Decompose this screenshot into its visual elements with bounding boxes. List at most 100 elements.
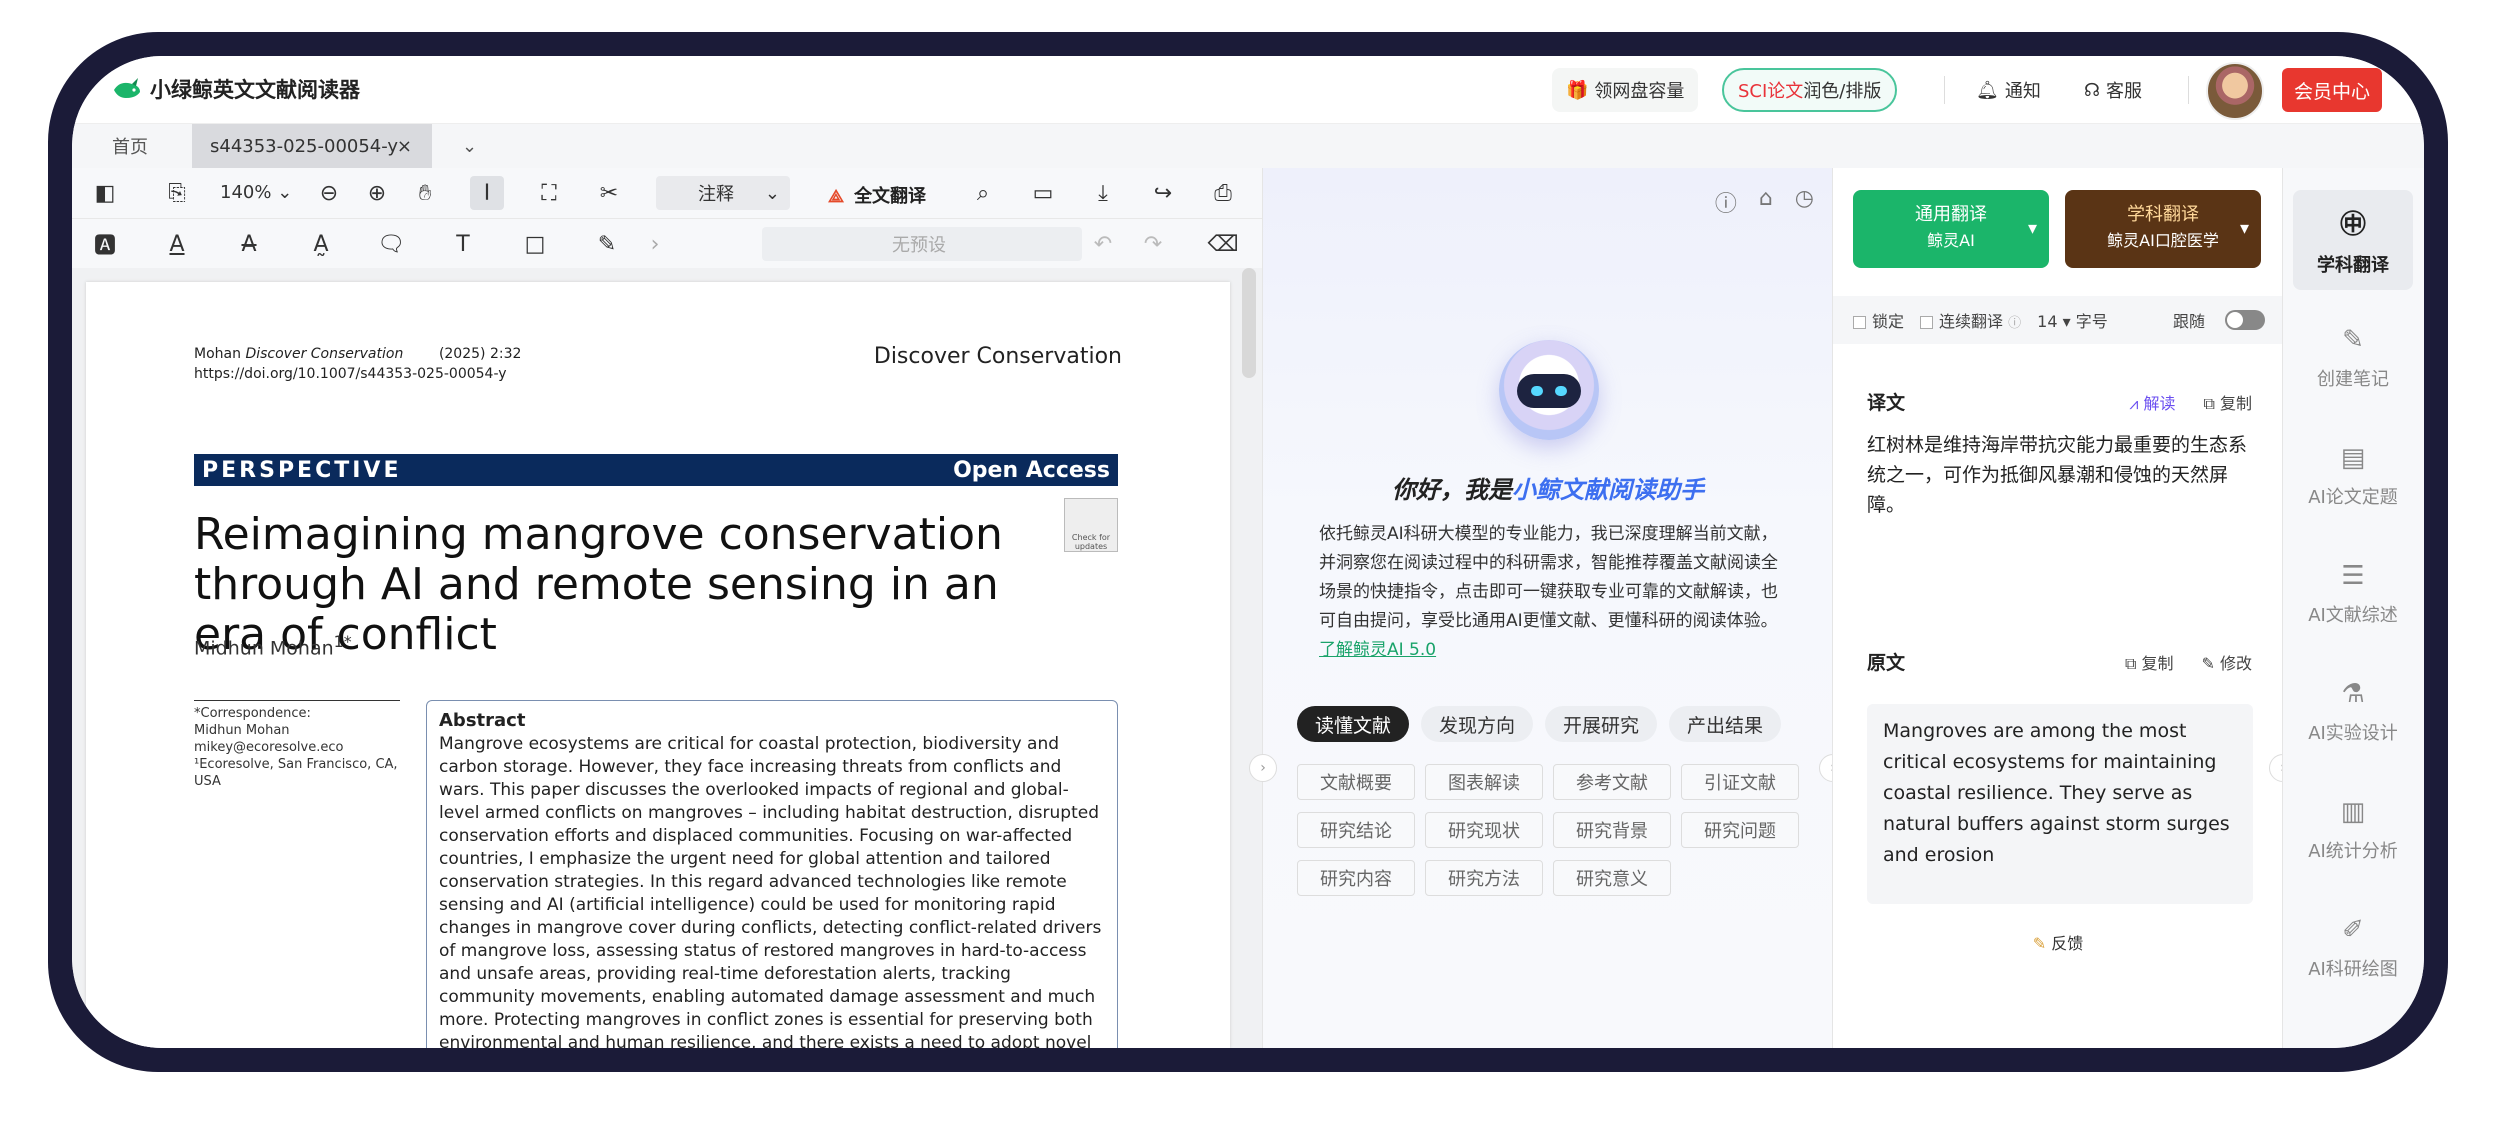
notify-button[interactable]: 🔔︎ 通知 (1976, 68, 2041, 112)
follow-label: 跟随 (2173, 312, 2206, 331)
tab-home[interactable]: 首页 (112, 124, 148, 168)
tool-sidebar: ㊥学科翻译 ✎ 创建笔记 ▤ AI论文定题 ☰ AI文献综述 ⚗ AI实验设计 ▥ AI统… (2282, 168, 2424, 1048)
sidebar-item-review[interactable]: ☰ AI文献综述 (2293, 544, 2413, 644)
sidebar-item-experiment[interactable]: ⚗ AI实验设计 (2293, 662, 2413, 762)
pdf-doi[interactable]: https://doi.org/10.1007/s44353-025-00054… (194, 366, 507, 382)
open-access-label: Open Access (953, 457, 1110, 483)
page-view-icon[interactable]: ⎘ (160, 176, 194, 210)
scrollbar[interactable] (1242, 268, 1256, 378)
help-icon[interactable]: ⓘ (1715, 186, 1737, 218)
command-item[interactable]: 引证文献 (1681, 764, 1799, 800)
text-icon[interactable]: T (446, 227, 480, 261)
general-sub: 鲸灵AI (1927, 231, 1975, 250)
pill-direction[interactable]: 发现方向 (1421, 706, 1534, 742)
pen-icon[interactable]: ✎ (590, 227, 624, 261)
gift-button[interactable]: 🎁 领网盘容量 (1552, 68, 1699, 112)
sidebar-item-create-note[interactable]: ✎ 创建笔记 (2293, 308, 2413, 408)
preset-select[interactable]: 无预设 (762, 227, 1082, 261)
vip-center-button[interactable]: 会员中心 (2282, 68, 2382, 112)
tab-document[interactable]: s44353-025-00054-y × (192, 124, 432, 168)
original-text[interactable]: Mangroves are among the most critical ec… (1867, 704, 2253, 904)
download-icon[interactable]: ⤓ (1086, 176, 1120, 210)
note-icon[interactable]: 🗨︎ (374, 227, 408, 261)
command-item[interactable]: 研究背景 (1553, 812, 1671, 848)
zoom-out-icon[interactable]: ⊖ (312, 176, 346, 210)
undo-icon[interactable]: ↶ (1086, 227, 1120, 261)
strikethrough-icon[interactable]: A (232, 227, 266, 261)
print-icon[interactable]: ⎙ (1206, 176, 1240, 210)
edit-label: 修改 (2219, 654, 2252, 673)
sidebar-toggle-icon[interactable]: ◧ (88, 176, 122, 210)
pill-research[interactable]: 开展研究 (1545, 706, 1658, 742)
sidebar-item-drawing[interactable]: ✐ AI科研绘图 (2293, 898, 2413, 998)
lock-checkbox[interactable]: 锁定 (1853, 308, 1904, 332)
close-icon[interactable]: × (397, 136, 412, 157)
chevron-down-icon: ▾ (2239, 218, 2249, 239)
redo-icon[interactable]: ↷ (1136, 227, 1170, 261)
pill-understand[interactable]: 读懂文献 (1297, 706, 1410, 742)
pill-output[interactable]: 产出结果 (1669, 706, 1782, 742)
follow-toggle[interactable] (2225, 310, 2265, 330)
pdf-page[interactable]: Mohan Discover Conservation (2025) 2:32 … (86, 282, 1230, 1048)
assistant-toolbar: ⓘ ⌂ ◷ (1715, 186, 1814, 218)
command-item[interactable]: 文献概要 (1297, 764, 1415, 800)
text-box-icon[interactable]: 🅰︎ (88, 227, 122, 261)
command-item[interactable]: 研究内容 (1297, 860, 1415, 896)
edit-button[interactable]: ✎ 修改 (2201, 650, 2252, 674)
general-translate-button[interactable]: 通用翻译 鲸灵AI ▾ (1853, 190, 2049, 268)
command-item[interactable]: 研究方法 (1425, 860, 1543, 896)
clean-icon[interactable]: ⌂ (1759, 186, 1773, 218)
command-item[interactable]: 研究现状 (1425, 812, 1543, 848)
ai-icon: ⩘ (2129, 394, 2139, 413)
bell-icon: 🔔︎ (1976, 79, 1999, 101)
zoom-in-icon[interactable]: ⊕ (360, 176, 394, 210)
pdf-citation: Mohan Discover Conservation (2025) 2:32 … (194, 344, 521, 384)
avatar[interactable] (2206, 62, 2264, 120)
continuous-checkbox[interactable]: 连续翻译 ⓘ (1920, 308, 2021, 332)
device-frame: 小绿鲸英文文献阅读器 🎁 领网盘容量 SCI论文 润色/排版 🔔︎ 通知 ☊ 客服 会员… (48, 32, 2448, 1072)
main-toolbar: ◧ ⎘ 140% ⌄ ⊖ ⊕ ✋︎ Ι ⛶ ✂ 注释 ⌄ ⟁ 全文翻译 ⌕ ▭ ⤓ … (72, 168, 1262, 218)
interpret-button[interactable]: ⩘ 解读 (2129, 390, 2175, 414)
scissors-icon[interactable]: ✂ (592, 176, 626, 210)
share-icon[interactable]: ↪ (1146, 176, 1180, 210)
comment-icon[interactable]: ▭ (1026, 176, 1060, 210)
text-select-icon[interactable]: Ι (470, 176, 504, 210)
service-button[interactable]: ☊ 客服 (2084, 68, 2142, 112)
zoom-select[interactable]: 140% ⌄ (220, 182, 292, 203)
chevron-right-icon[interactable]: › (638, 227, 672, 261)
font-size-value: 14 (2037, 312, 2058, 331)
copy-original-button[interactable]: ⧉ 复制 (2125, 650, 2174, 674)
check-updates-badge[interactable]: Check for updates (1064, 498, 1118, 552)
underline-icon[interactable]: A (160, 227, 194, 261)
sidebar-item-subject-translate[interactable]: ㊥学科翻译 (2293, 190, 2413, 290)
full-translate-button[interactable]: ⟁ 全文翻译 (828, 182, 926, 208)
subject-translate-button[interactable]: 学科翻译 鲸灵AI口腔医学 ▾ (2065, 190, 2261, 268)
annotate-select[interactable]: 注释 ⌄ (656, 176, 790, 210)
feedback-button[interactable]: ✎ 反馈 (1833, 930, 2283, 954)
ai-assistant-panel: ⓘ ⌂ ◷ 你好，我是小鲸文献阅读助手 依托鲸灵AI科研大模型的专业能力，我已深… (1249, 168, 1847, 1048)
feedback-label: 反馈 (2051, 934, 2084, 953)
font-size-select[interactable]: 14 ▾ 字号 (2037, 308, 2108, 332)
command-item[interactable]: 研究意义 (1553, 860, 1671, 896)
drawing-icon: ✐ (2342, 915, 2364, 945)
sidebar-item-topic[interactable]: ▤ AI论文定题 (2293, 426, 2413, 526)
sci-polish-button[interactable]: SCI论文 润色/排版 (1722, 68, 1898, 112)
command-item[interactable]: 图表解读 (1425, 764, 1543, 800)
eraser-icon[interactable]: ⌫ (1206, 227, 1240, 261)
learn-more-link[interactable]: 了解鲸灵AI 5.0 (1319, 640, 1436, 660)
sidebar-item-statistics[interactable]: ▥ AI统计分析 (2293, 780, 2413, 880)
history-icon[interactable]: ◷ (1795, 186, 1814, 218)
command-item[interactable]: 研究结论 (1297, 812, 1415, 848)
search-icon[interactable]: ⌕ (966, 176, 1000, 210)
command-item[interactable]: 研究问题 (1681, 812, 1799, 848)
rectangle-icon[interactable]: □ (518, 227, 552, 261)
squiggly-icon[interactable]: A̰ (304, 227, 338, 261)
collapse-left-icon[interactable]: › (1249, 754, 1277, 782)
hand-icon[interactable]: ✋︎ (408, 176, 442, 210)
command-item[interactable]: 参考文献 (1553, 764, 1671, 800)
translation-panel: 通用翻译 鲸灵AI ▾ 学科翻译 鲸灵AI口腔医学 ▾ 锁定 连续翻译 ⓘ 14 ▾ 字… (1832, 168, 2297, 1048)
tab-list-chevron-icon[interactable]: ⌄ (462, 124, 477, 168)
fullscreen-icon[interactable]: ⛶ (532, 176, 566, 210)
note-edit-icon: ✎ (2342, 325, 2364, 355)
copy-button[interactable]: ⧉ 复制 (2203, 390, 2252, 414)
